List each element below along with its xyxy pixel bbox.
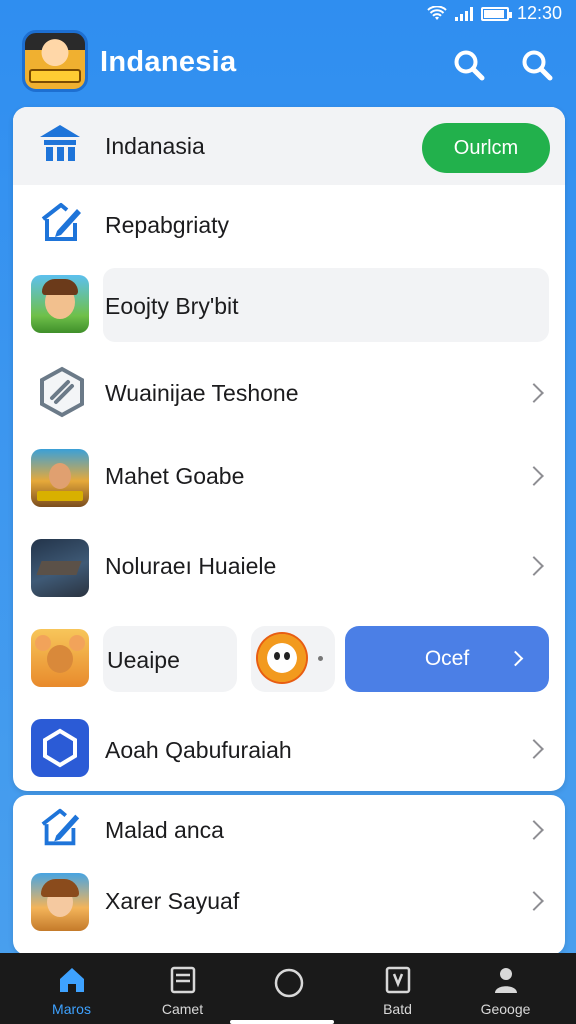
game-thumbnail-icon xyxy=(31,449,89,507)
home-indicator xyxy=(230,1020,334,1024)
battery-icon xyxy=(480,6,512,21)
edit-home-icon xyxy=(41,203,81,241)
chevron-right-icon xyxy=(524,739,544,759)
wifi-icon xyxy=(427,5,447,20)
person-icon xyxy=(494,968,517,993)
nav-label: Batd xyxy=(383,1001,412,1017)
list-item-label: Malad anca xyxy=(105,817,224,843)
app-header: Indanesia xyxy=(0,28,576,100)
blue-action-button[interactable]: Ocef xyxy=(345,626,549,692)
list-item-repabgriaty[interactable]: Repabgriaty xyxy=(13,185,565,265)
mouse-character-icon xyxy=(31,629,89,687)
landscape-thumbnail-icon xyxy=(31,539,89,597)
chevron-right-icon xyxy=(524,556,544,576)
document-icon xyxy=(170,966,195,994)
list-item-mahet-goabe[interactable]: Mahet Goabe xyxy=(13,439,565,523)
list-item-eoojty[interactable]: Eoojty Bry'bit xyxy=(13,267,565,345)
app-title: Indanesia xyxy=(100,46,237,78)
face-badge-icon[interactable] xyxy=(256,632,308,684)
nav-profile[interactable]: Geooge xyxy=(448,953,563,1024)
list-item-label: Ueaipe xyxy=(107,647,180,673)
blue-action-label: Ocef xyxy=(424,647,470,670)
chevron-right-icon xyxy=(507,650,524,667)
status-bar: 12:30 xyxy=(0,0,576,26)
chevron-right-icon xyxy=(524,466,544,486)
status-time: 12:30 xyxy=(516,3,562,23)
dot-indicator xyxy=(318,656,323,661)
list-item-label: Mahet Goabe xyxy=(105,463,245,489)
bottom-navigation: Maros Camet Batd Geooge xyxy=(0,953,576,1024)
list-item-label: Aoah Qabufuraiah xyxy=(105,737,292,763)
signal-icon xyxy=(454,6,473,21)
edit-home-icon xyxy=(41,808,80,846)
nav-label: Maros xyxy=(52,1001,91,1017)
list-item-noluraei[interactable]: Noluraeı Huaiele xyxy=(13,525,565,609)
nav-center[interactable] xyxy=(231,953,346,1024)
bookmark-box-icon xyxy=(385,966,410,994)
avatar-girl-icon xyxy=(31,873,89,931)
list-item-label: Xarer Sayuaf xyxy=(105,888,240,914)
hexagon-tool-icon xyxy=(40,366,84,418)
list-item-xarer-sayuaf[interactable]: Xarer Sayuaf xyxy=(13,869,565,953)
list-item-aoah[interactable]: Aoah Qabufuraiah xyxy=(13,707,565,791)
chevron-right-icon xyxy=(524,820,544,840)
list-item-label: Eoojty Bry'bit xyxy=(105,293,239,319)
search-icon[interactable] xyxy=(452,48,486,82)
nav-home[interactable]: Maros xyxy=(14,953,129,1024)
main-list-card: Indanasia Ourlcm Repabgriaty Eoojty Bry'… xyxy=(13,107,565,791)
status-icons: 12:30 xyxy=(427,3,562,24)
nav-label: Geooge xyxy=(480,1001,531,1017)
app-logo xyxy=(22,30,88,92)
home-icon xyxy=(59,968,84,992)
settings-hexagon-icon xyxy=(31,719,89,777)
list-item-indanasia[interactable]: Indanasia Ourlcm xyxy=(13,107,565,185)
nav-label: Camet xyxy=(161,1001,204,1017)
building-icon xyxy=(40,125,80,161)
list-item-label: Noluraeı Huaiele xyxy=(105,553,277,579)
nav-batd[interactable]: Batd xyxy=(340,953,455,1024)
list-item-label: Wuainijae Teshone xyxy=(105,380,299,406)
circle-icon xyxy=(274,968,303,998)
list-item-label: Repabgriaty xyxy=(105,212,230,238)
list-item-label: Indanasia xyxy=(105,133,205,159)
chevron-right-icon xyxy=(524,891,544,911)
avatar-boy-icon xyxy=(31,275,89,333)
green-action-button[interactable]: Ourlcm xyxy=(422,123,550,173)
secondary-list-card: Malad anca Xarer Sayuaf xyxy=(13,795,565,955)
search-icon-secondary[interactable] xyxy=(520,48,554,82)
nav-camet[interactable]: Camet xyxy=(125,953,240,1024)
list-item-malad-anca[interactable]: Malad anca xyxy=(13,795,565,865)
chevron-right-icon xyxy=(524,383,544,403)
list-item-wuainijae[interactable]: Wuainijae Teshone xyxy=(13,351,565,435)
